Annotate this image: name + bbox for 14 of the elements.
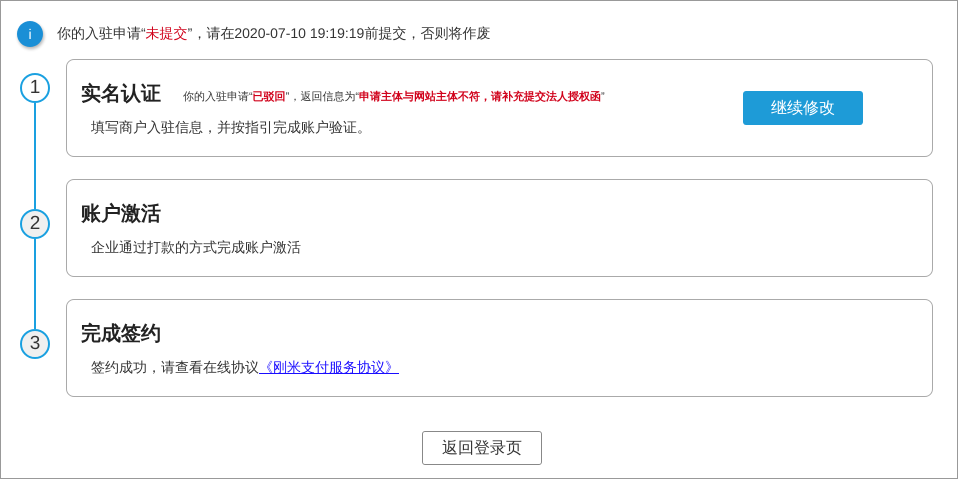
back-to-login-button[interactable]: 返回登录页	[422, 431, 542, 465]
step-number: 3	[20, 329, 50, 359]
agreement-link[interactable]: 《刚米支付服务协议》	[259, 358, 399, 376]
status-message: 你的入驻申请“已驳回”，返回信息为“申请主体与网站主体不符，请补充提交法人授权函”	[183, 90, 605, 104]
step-title: 实名认证	[81, 82, 161, 106]
step-title: 账户激活	[81, 202, 161, 226]
step-number: 1	[20, 73, 50, 103]
step-description: 签约成功，请查看在线协议	[91, 358, 259, 376]
step-description: 企业通过打款的方式完成账户激活	[91, 238, 302, 256]
step-title: 完成签约	[81, 322, 161, 346]
info-icon: i	[17, 21, 43, 47]
step-number: 2	[20, 209, 50, 239]
notice-text: 你的入驻申请“未提交”，请在2020-07-10 19:19:19前提交，否则将作废	[57, 25, 490, 43]
step-description: 填写商户入驻信息，并按指引完成账户验证。	[91, 118, 372, 136]
